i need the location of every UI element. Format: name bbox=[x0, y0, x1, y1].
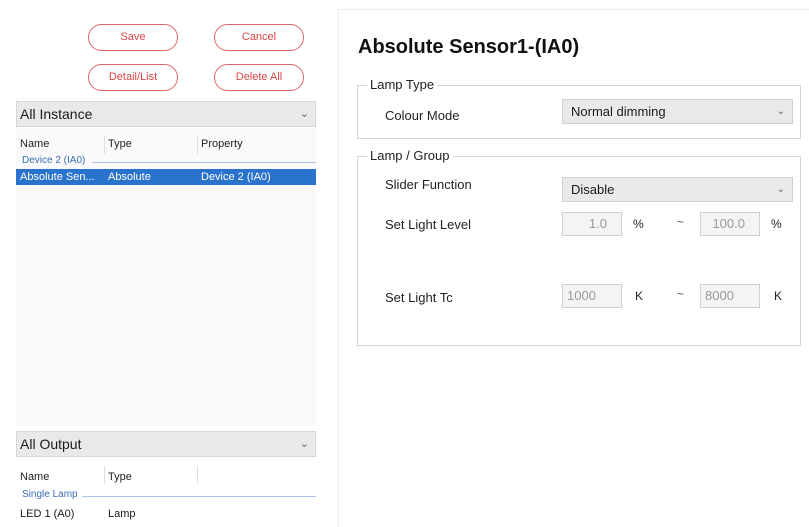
instance-list[interactable]: Name Type Property Device 2 (IA0) Absolu… bbox=[16, 128, 316, 426]
row-name: LED 1 (A0) bbox=[20, 508, 75, 520]
row-type: Lamp bbox=[108, 508, 136, 520]
kelvin-unit: K bbox=[635, 289, 644, 303]
lamp-group-group: Lamp / Group Slider Function Disable ⌄ S… bbox=[357, 148, 801, 346]
row-name: Absolute Sen... bbox=[20, 171, 95, 183]
lamp-type-group: Lamp Type Colour Mode Normal dimming ⌄ bbox=[357, 77, 801, 139]
output-list[interactable]: Name Type Single Lamp LED 1 (A0) Lamp bbox=[16, 458, 316, 527]
output-filter-value: All Output bbox=[20, 436, 82, 452]
table-row[interactable]: Absolute Sen... Absolute Device 2 (IA0) bbox=[16, 169, 316, 185]
percent-unit: % bbox=[633, 217, 644, 231]
column-header-type[interactable]: Type bbox=[108, 138, 132, 150]
set-light-tc-label: Set Light Tc bbox=[385, 290, 453, 305]
colour-mode-value: Normal dimming bbox=[571, 104, 666, 119]
chevron-down-icon: ⌄ bbox=[299, 438, 309, 450]
light-tc-max-input[interactable]: 8000 bbox=[700, 284, 760, 308]
column-header-property[interactable]: Property bbox=[201, 138, 243, 150]
column-divider bbox=[197, 466, 198, 484]
table-row[interactable]: LED 1 (A0) Lamp bbox=[16, 506, 316, 522]
light-level-min-input[interactable]: 1.0 bbox=[562, 212, 622, 236]
cancel-button[interactable]: Cancel bbox=[214, 24, 304, 51]
delete-all-button[interactable]: Delete All bbox=[214, 64, 304, 91]
column-header-name[interactable]: Name bbox=[20, 138, 49, 150]
group-legend: Lamp / Group bbox=[367, 148, 453, 163]
group-divider bbox=[92, 162, 316, 163]
column-divider bbox=[104, 136, 105, 154]
column-header-name[interactable]: Name bbox=[20, 471, 49, 483]
instance-filter-select[interactable]: All Instance ⌄ bbox=[16, 101, 316, 127]
set-light-level-label: Set Light Level bbox=[385, 217, 472, 232]
column-divider bbox=[197, 136, 198, 154]
colour-mode-label: Colour Mode bbox=[385, 108, 460, 123]
column-header-type[interactable]: Type bbox=[108, 471, 132, 483]
group-legend: Lamp Type bbox=[367, 77, 438, 92]
detail-panel: Absolute Sensor1-(IA0) Lamp Type Colour … bbox=[338, 9, 809, 527]
chevron-down-icon: ⌄ bbox=[299, 108, 309, 120]
left-panel: Save Cancel Detail/List Delete All All I… bbox=[16, 0, 316, 527]
light-level-max-input[interactable]: 100.0 bbox=[700, 212, 760, 236]
group-label: Device 2 (IA0) bbox=[22, 155, 86, 166]
output-filter-select[interactable]: All Output ⌄ bbox=[16, 431, 316, 457]
slider-function-select[interactable]: Disable ⌄ bbox=[562, 177, 793, 202]
group-label: Single Lamp bbox=[22, 489, 78, 500]
column-divider bbox=[104, 466, 105, 484]
slider-function-label: Slider Function bbox=[385, 177, 472, 192]
range-separator: ~ bbox=[677, 287, 685, 301]
percent-unit: % bbox=[771, 217, 782, 231]
row-type: Absolute bbox=[108, 171, 151, 183]
slider-function-value: Disable bbox=[571, 182, 615, 197]
detail-list-button[interactable]: Detail/List bbox=[88, 64, 178, 91]
save-button[interactable]: Save bbox=[88, 24, 178, 51]
chevron-down-icon: ⌄ bbox=[776, 184, 785, 195]
colour-mode-select[interactable]: Normal dimming ⌄ bbox=[562, 99, 793, 124]
group-divider bbox=[82, 496, 316, 497]
row-property: Device 2 (IA0) bbox=[201, 171, 271, 183]
kelvin-unit: K bbox=[774, 289, 783, 303]
light-tc-min-input[interactable]: 1000 bbox=[562, 284, 622, 308]
chevron-down-icon: ⌄ bbox=[776, 106, 785, 117]
range-separator: ~ bbox=[677, 215, 685, 229]
page-title: Absolute Sensor1-(IA0) bbox=[358, 36, 580, 58]
instance-filter-value: All Instance bbox=[20, 106, 93, 122]
